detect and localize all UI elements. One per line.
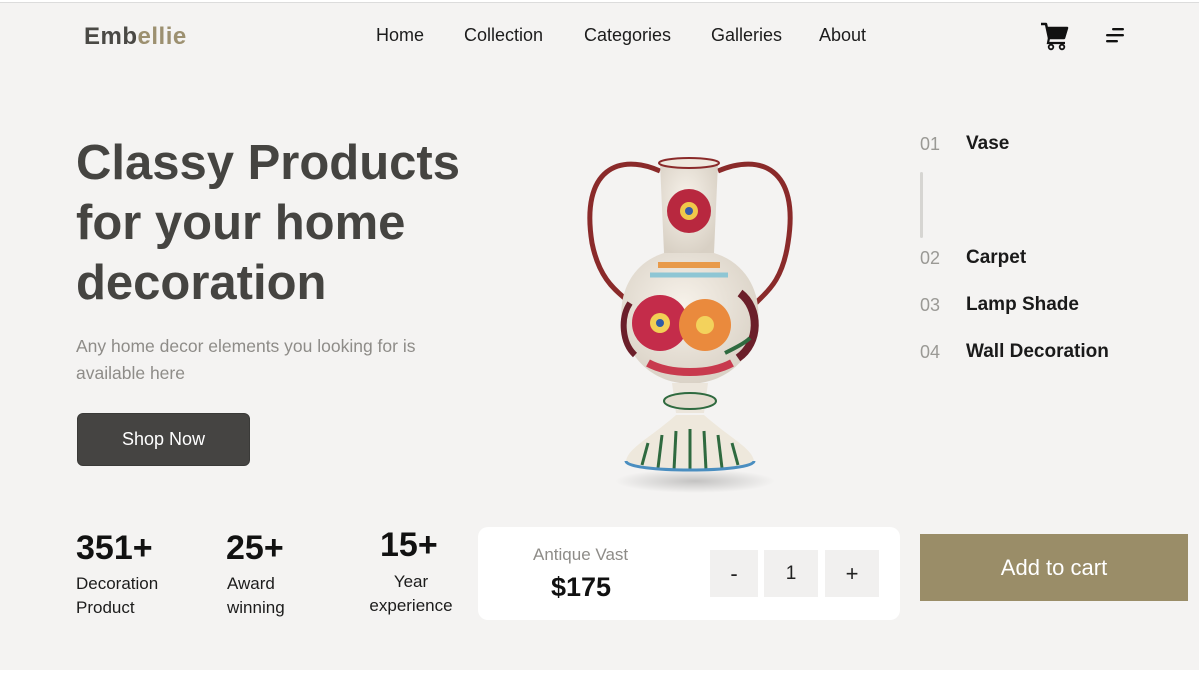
stat-awards-value: 25+ — [226, 529, 284, 567]
logo-part-2: ellie — [137, 23, 187, 50]
hero-subtitle: Any home decor elements you looking for … — [76, 336, 416, 383]
quantity-input[interactable]: 1 — [764, 550, 818, 597]
category-number: 02 — [920, 248, 941, 268]
cart-icon[interactable] — [1040, 21, 1070, 51]
category-number: 04 — [920, 342, 941, 362]
stat-years-value: 15+ — [380, 526, 438, 564]
stat-awards-label: Award winning — [227, 574, 285, 617]
stat-products-value: 351+ — [76, 529, 153, 567]
category-progress-line — [920, 172, 923, 238]
hero-title: Classy Products for your home decoration — [76, 136, 460, 310]
stat-years-label: Year experience — [369, 572, 453, 615]
brand-logo[interactable]: Embellie — [84, 23, 187, 51]
quantity-increase-button[interactable]: + — [825, 550, 879, 597]
stat-products-label: Decoration Product — [76, 574, 159, 617]
product-card: Antique Vast $175 - 1 + — [478, 527, 900, 620]
menu-icon[interactable] — [1104, 27, 1126, 45]
nav-home[interactable]: Home — [376, 25, 424, 46]
nav-categories[interactable]: Categories — [584, 25, 671, 46]
nav-galleries[interactable]: Galleries — [711, 25, 782, 46]
category-item-lamp-shade[interactable]: Lamp Shade — [966, 294, 1079, 316]
product-price: $175 — [551, 572, 612, 602]
nav-collection[interactable]: Collection — [464, 25, 543, 46]
shop-now-button[interactable]: Shop Now — [77, 413, 250, 466]
logo-part-1: Emb — [84, 23, 138, 50]
page: Embellie Home Collection Categories Gall… — [0, 2, 1199, 670]
category-item-carpet[interactable]: Carpet — [966, 247, 1026, 269]
category-item-wall-decoration[interactable]: Wall Decoration — [966, 341, 1109, 363]
nav-about[interactable]: About — [819, 25, 866, 46]
vase-image — [560, 143, 820, 503]
category-item-vase[interactable]: Vase — [966, 133, 1009, 155]
add-to-cart-button[interactable]: Add to cart — [920, 534, 1188, 601]
category-number: 03 — [920, 295, 941, 315]
category-number: 01 — [920, 134, 941, 154]
quantity-decrease-button[interactable]: - — [710, 550, 758, 597]
product-name: Antique Vast — [533, 545, 629, 564]
